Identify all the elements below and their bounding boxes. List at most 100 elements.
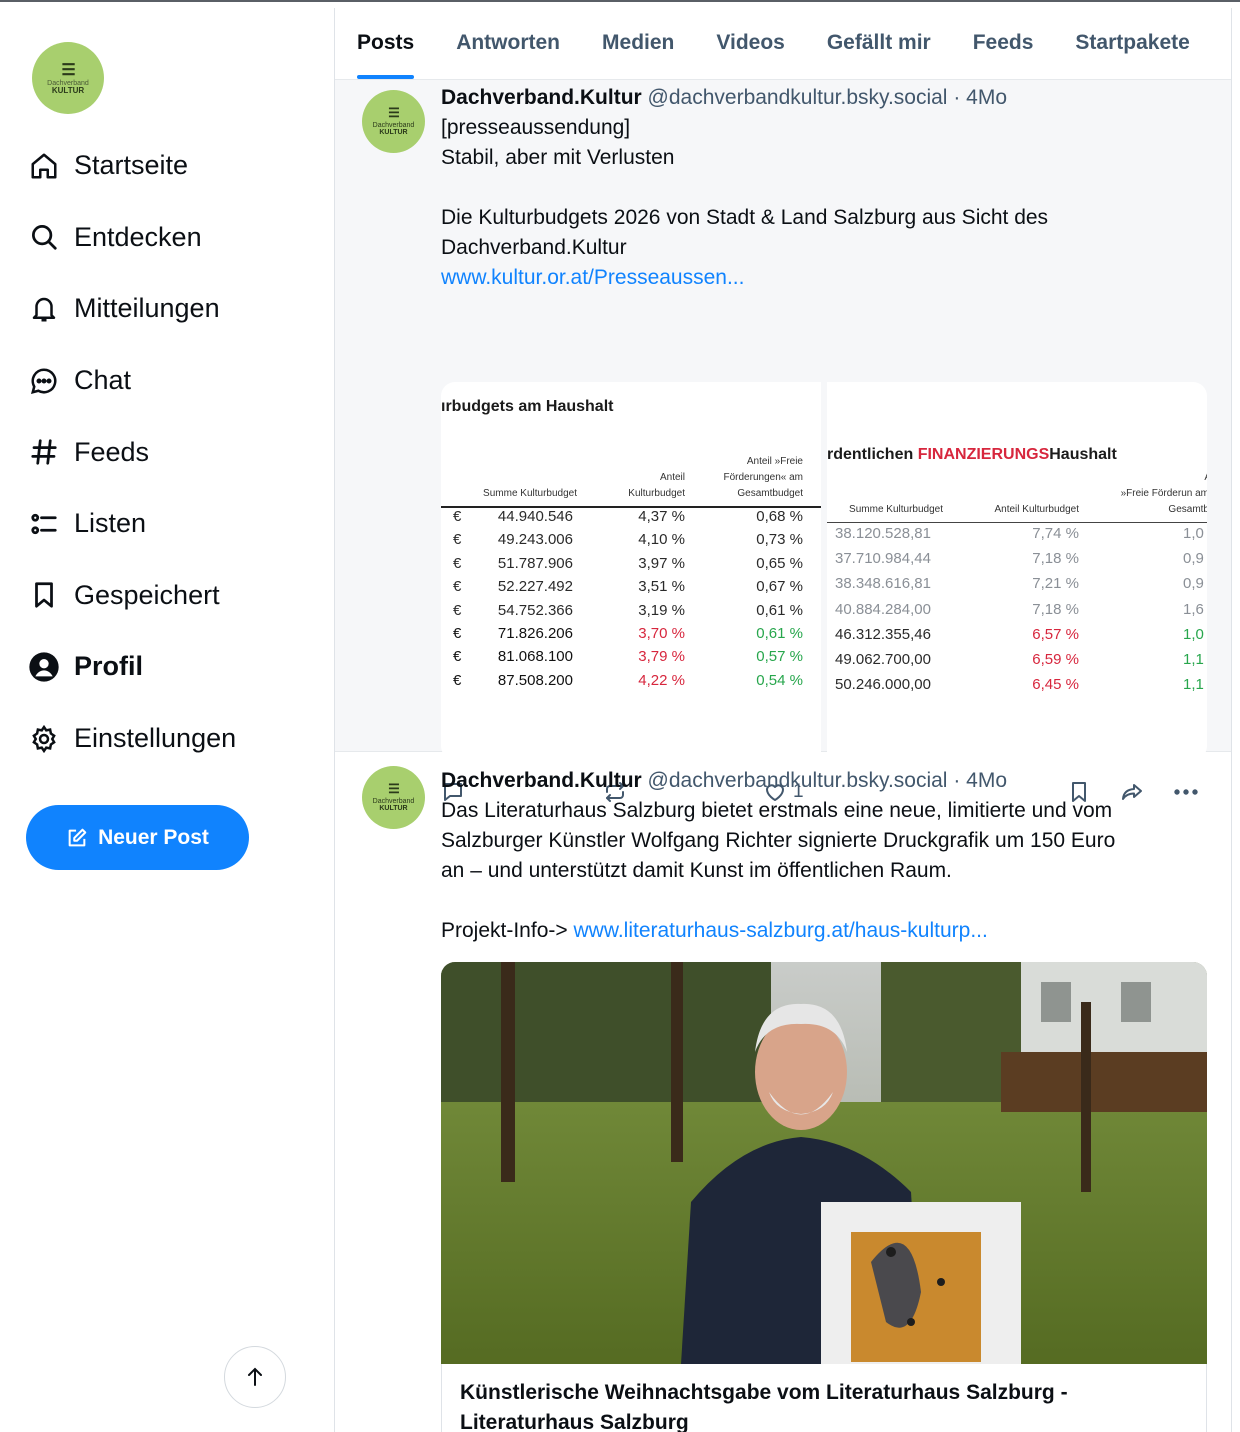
table-header: Summe Kulturbudget: [483, 488, 577, 499]
post-author-handle[interactable]: @dachverbandkultur.bsky.social: [648, 769, 948, 792]
table-header: A: [1199, 470, 1207, 486]
post-line: Salzburger Künstler Wolfgang Richter sig…: [441, 829, 1116, 852]
post-line: Die Kulturbudgets 2026 von Stadt & Land …: [441, 206, 1049, 229]
nav-item-entdecken[interactable]: Entdecken: [28, 202, 318, 274]
nav-item-startseite[interactable]: Startseite: [28, 130, 318, 202]
scroll-to-top-button[interactable]: [224, 1346, 286, 1408]
profile-avatar[interactable]: ☰ Dachverband KULTUR: [32, 42, 104, 114]
avatar-brand-small: Dachverband: [372, 122, 415, 129]
post-image-left[interactable]: ırbudgets am Haushalt Summe Kulturbudget…: [441, 382, 821, 760]
person-icon: [28, 651, 60, 683]
profile-feed: Posts Antworten Medien Videos Gefällt mi…: [334, 8, 1232, 1432]
table-row: 50.246.000,00 6,45 % 1,1: [827, 676, 1207, 699]
post-line: Projekt-Info-> www.literaturhaus-salzbur…: [441, 916, 1207, 946]
post-image-right[interactable]: rdentlichen FINANZIERUNGSHaushalt Summe …: [827, 382, 1207, 760]
tab-gefaellt-mir[interactable]: Gefällt mir: [827, 8, 931, 79]
post-author-handle[interactable]: @dachverbandkultur.bsky.social: [648, 86, 948, 109]
logo-icon: ☰: [388, 106, 400, 121]
table-header: Summe Kulturbudget: [849, 504, 943, 515]
table-cell-share: 7,74 %: [1032, 525, 1079, 542]
table-row: 38.120.528,81 7,74 % 1,0: [827, 525, 1207, 548]
table-cell-share: 7,18 %: [1032, 550, 1079, 568]
table-currency: €: [453, 601, 462, 619]
post-timestamp[interactable]: 4Mo: [966, 86, 1007, 109]
post-timestamp[interactable]: 4Mo: [966, 769, 1007, 792]
table-currency: €: [453, 671, 462, 689]
budget-table-left: Summe Kulturbudget Anteil Kulturbudget A…: [441, 382, 821, 760]
post-text: Das Literaturhaus Salzburg bietet erstma…: [441, 796, 1207, 946]
table-cell-share: 3,51 %: [638, 578, 685, 596]
table-cell-free: 0,9: [1183, 550, 1204, 568]
post-image-grid[interactable]: ırbudgets am Haushalt Summe Kulturbudget…: [441, 382, 1207, 760]
tab-posts[interactable]: Posts: [357, 8, 415, 79]
table-cell-sum: 37.710.984,44: [835, 550, 931, 568]
table-cell-free: 0,57 %: [756, 648, 803, 666]
photo-illustration: [441, 962, 1207, 1364]
nav-label: Startseite: [74, 150, 189, 181]
tab-videos[interactable]: Videos: [716, 8, 784, 79]
table-cell-share: 3,19 %: [638, 601, 685, 619]
post-author-name[interactable]: Dachverband.Kultur: [441, 769, 642, 792]
post-link[interactable]: www.kultur.or.at/Presseaussen...: [441, 263, 1207, 293]
table-row: 38.348.616,81 7,21 % 0,9: [827, 575, 1207, 598]
nav-label: Profil: [74, 651, 144, 682]
new-post-button[interactable]: Neuer Post: [26, 805, 249, 870]
nav-item-gespeichert[interactable]: Gespeichert: [28, 560, 318, 632]
tab-feeds[interactable]: Feeds: [973, 8, 1034, 79]
post-link[interactable]: www.literaturhaus-salzburg.at/haus-kultu…: [573, 919, 987, 942]
bell-icon: [28, 293, 60, 325]
search-icon: [28, 221, 60, 253]
table-currency: €: [453, 648, 462, 666]
table-cell-free: 1,6: [1183, 600, 1204, 618]
edit-icon: [68, 828, 87, 846]
table-cell-sum: 51.787.906: [497, 554, 573, 572]
tab-startpakete[interactable]: Startpakete: [1075, 8, 1189, 79]
link-card[interactable]: Künstlerische Weihnachtsgabe vom Literat…: [441, 1364, 1207, 1432]
budget-table-right: Summe Kulturbudget Anteil Kulturbudget A…: [827, 382, 1207, 760]
table-row: 46.312.355,46 6,57 % 1,0: [827, 626, 1207, 649]
nav-label: Gespeichert: [74, 579, 220, 610]
tab-antworten[interactable]: Antworten: [456, 8, 560, 79]
post-line: [presseaussendung]: [441, 116, 631, 139]
feed-post[interactable]: ☰ Dachverband KULTUR Dachverband.Kultur …: [335, 752, 1231, 1432]
table-header: »Freie Förderun am Gesamtb: [1120, 488, 1207, 515]
nav-label: Mitteilungen: [74, 293, 220, 324]
table-row: €52.227.492 3,51 % 0,67 %: [441, 578, 821, 601]
post-author-avatar[interactable]: ☰ Dachverband KULTUR: [362, 90, 425, 153]
table-currency: €: [453, 554, 462, 572]
table-currency: €: [453, 531, 462, 549]
feed-post[interactable]: ☰ Dachverband KULTUR Dachverband.Kultur …: [335, 80, 1231, 802]
post-line: an – und unterstützt damit Kunst im öffe…: [441, 859, 952, 882]
nav-label: Einstellungen: [74, 723, 237, 754]
post-author-name[interactable]: Dachverband.Kultur: [441, 86, 642, 109]
table-cell-sum: 54.752.366: [497, 601, 573, 619]
table-cell-share: 3,79 %: [638, 648, 685, 666]
table-row: 40.884.284,00 7,18 % 1,6: [827, 601, 1207, 624]
list-icon: [28, 508, 60, 540]
table-rule: [827, 522, 1207, 523]
table-cell-free: 0,68 %: [756, 508, 803, 525]
table-cell-sum: 87.508.200: [497, 671, 573, 689]
nav-item-listen[interactable]: Listen: [28, 488, 318, 560]
nav-item-einstellungen[interactable]: Einstellungen: [28, 703, 318, 775]
table-cell-sum: 38.348.616,81: [835, 575, 931, 593]
nav-item-mitteilungen[interactable]: Mitteilungen: [28, 273, 318, 345]
avatar-brand: KULTUR: [379, 805, 408, 812]
table-row: 49.062.700,00 6,59 % 1,1: [827, 651, 1207, 674]
nav-item-feeds[interactable]: Feeds: [28, 416, 318, 488]
table-row: €71.826.206 3,70 % 0,61 %: [441, 625, 821, 648]
table-cell-free: 1,1: [1183, 676, 1204, 694]
link-card-image[interactable]: [441, 962, 1207, 1364]
table-cell-free: 0,9: [1183, 575, 1204, 593]
table-cell-share: 7,21 %: [1032, 575, 1079, 593]
tab-medien[interactable]: Medien: [602, 8, 674, 79]
nav-item-profil[interactable]: Profil: [28, 631, 318, 703]
nav-label: Chat: [74, 365, 132, 396]
nav-item-chat[interactable]: Chat: [28, 345, 318, 417]
post-line: [441, 886, 1207, 916]
post-author-avatar[interactable]: ☰ Dachverband KULTUR: [362, 766, 425, 829]
table-currency: €: [453, 625, 462, 642]
table-cell-share: 6,45 %: [1032, 676, 1079, 694]
bookmark-icon: [28, 579, 60, 611]
table-cell-sum: 52.227.492: [497, 578, 573, 596]
